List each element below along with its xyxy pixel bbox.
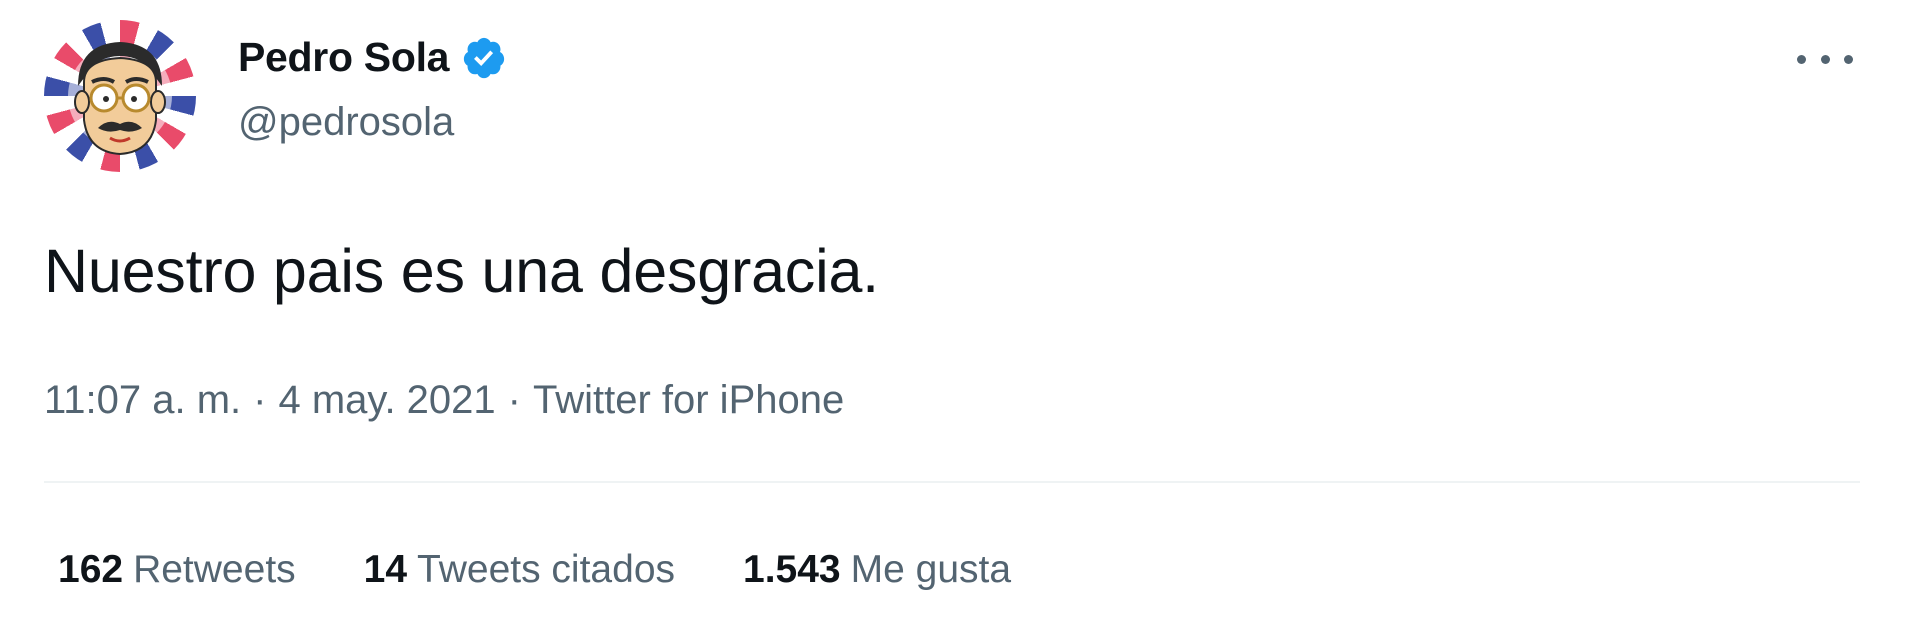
tweet-date[interactable]: 4 may. 2021 xyxy=(278,378,495,422)
tweet-time[interactable]: 11:07 a. m. xyxy=(44,378,241,422)
likes-count: 1.543 xyxy=(743,548,841,591)
tweet-stats: 162 Retweets 14 Tweets citados 1.543 Me gus… xyxy=(58,548,1079,592)
more-options-icon[interactable] xyxy=(1797,44,1853,74)
verified-badge-icon xyxy=(461,35,507,81)
avatar[interactable] xyxy=(44,20,196,172)
meta-separator: · xyxy=(507,378,521,422)
tweet-card: Pedro Sola @pedrosola Nuestro pais es un… xyxy=(0,0,1911,620)
likes-label: Me gusta xyxy=(850,548,1012,591)
likes-stat[interactable]: 1.543 Me gusta xyxy=(743,548,1011,592)
quote-tweets-stat[interactable]: 14 Tweets citados xyxy=(364,548,675,592)
retweets-label: Retweets xyxy=(133,548,296,591)
author-handle[interactable]: @pedrosola xyxy=(238,100,454,145)
retweets-stat[interactable]: 162 Retweets xyxy=(58,548,296,592)
tweet-source[interactable]: Twitter for iPhone xyxy=(533,378,844,422)
quote-tweets-count: 14 xyxy=(363,548,408,591)
more-dot xyxy=(1797,54,1806,64)
author-display-name[interactable]: Pedro Sola xyxy=(238,34,449,81)
meta-separator: · xyxy=(253,378,267,422)
more-dot xyxy=(1820,54,1830,64)
divider xyxy=(44,481,1860,483)
more-dot xyxy=(1844,54,1853,64)
tweet-text: Nuestro pais es una desgracia. xyxy=(44,237,879,305)
cartoon-avatar-icon xyxy=(68,42,172,156)
tweet-metadata: 11:07 a. m. · 4 may. 2021 · Twitter for iPho… xyxy=(44,378,844,423)
author-name-row[interactable]: Pedro Sola xyxy=(238,34,507,81)
retweets-count: 162 xyxy=(58,548,124,591)
quote-tweets-label: Tweets citados xyxy=(417,548,676,591)
